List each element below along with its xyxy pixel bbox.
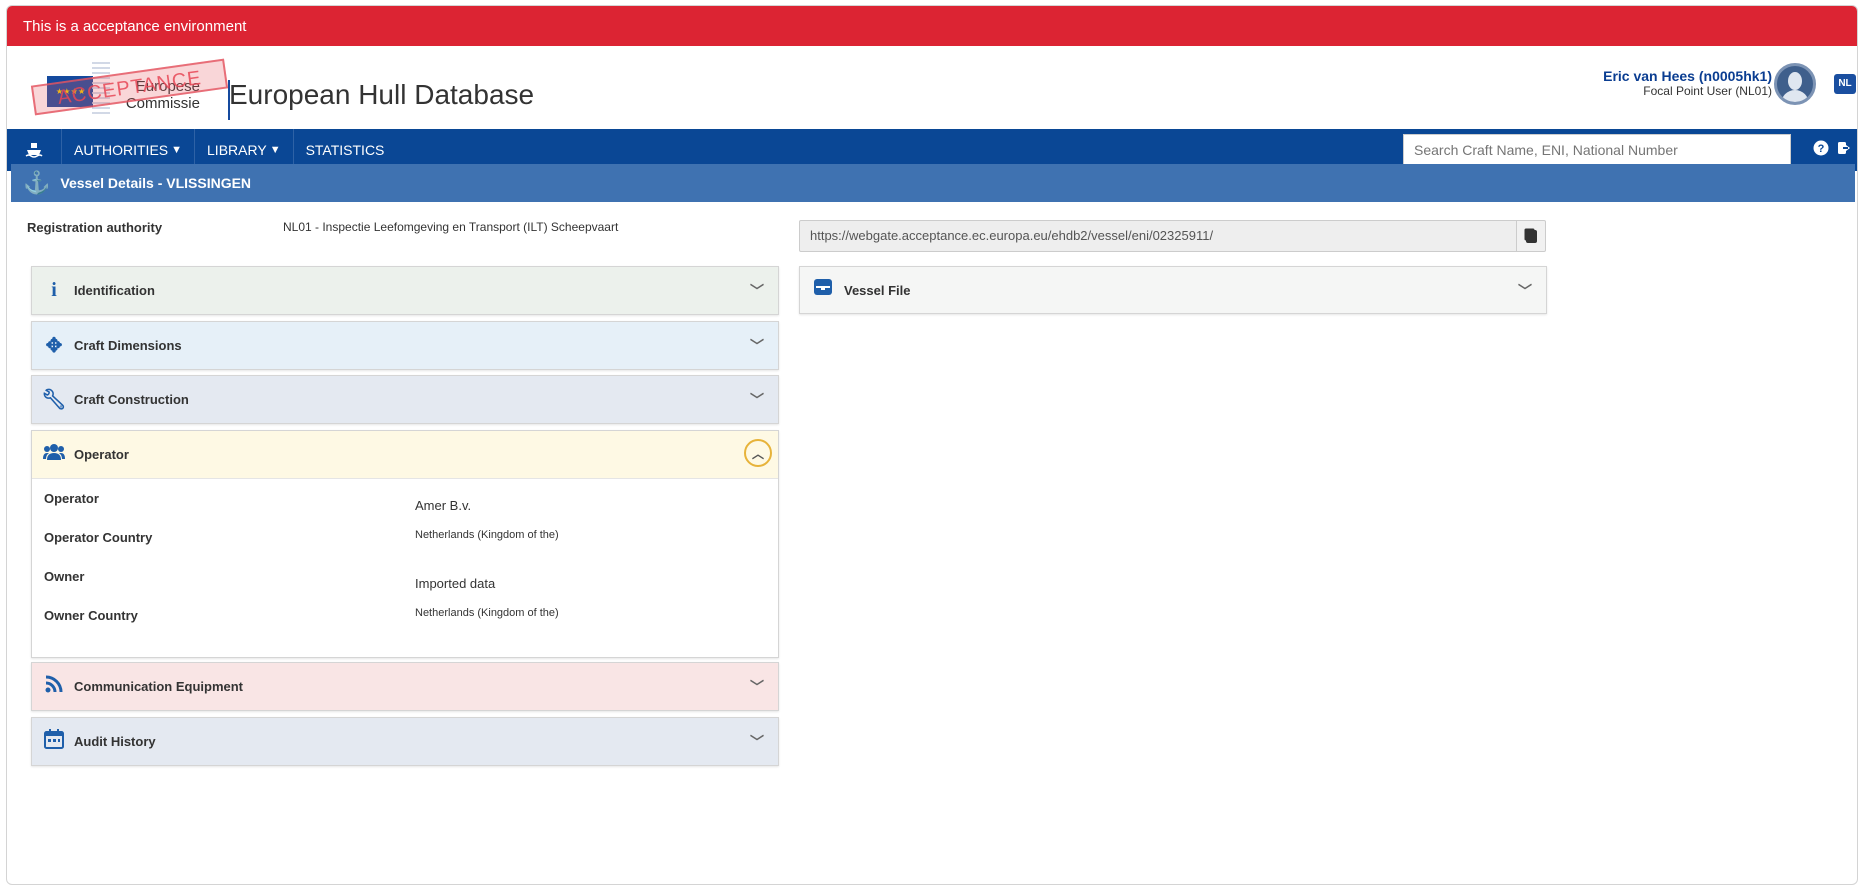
search-input[interactable] [1403, 134, 1791, 166]
chevron-down-icon: ﹀ [750, 283, 764, 299]
nav-library-label: LIBRARY [207, 142, 267, 158]
environment-banner: This is a acceptance environment [7, 6, 1857, 46]
ec-logo[interactable]: ★ ★ ★ ★ Europese Commissie ACCEPTANCE [22, 58, 230, 120]
copy-url-button[interactable] [1516, 220, 1546, 252]
section-communication-equipment: Communication Equipment ﹀ [31, 662, 779, 711]
chevron-down-icon: ﹀ [1518, 283, 1532, 299]
communication-equipment-title: Communication Equipment [74, 679, 243, 694]
communication-equipment-header[interactable]: Communication Equipment ﹀ [32, 663, 778, 710]
vessel-url-field[interactable]: https://webgate.acceptance.ec.europa.eu/… [799, 220, 1517, 252]
nav-authorities-label: AUTHORITIES [74, 142, 169, 158]
operator-country-label: Operator Country [44, 530, 153, 545]
language-switch[interactable]: NL [1834, 74, 1856, 94]
section-craft-dimensions: ✥ Craft Dimensions ﹀ [31, 321, 779, 370]
chevron-down-icon: ﹀ [750, 734, 764, 750]
help-icon[interactable]: ? [1813, 140, 1829, 159]
operator-country-value: Netherlands (Kingdom of the) [415, 529, 559, 541]
chevron-up-icon[interactable]: ︿ [744, 439, 772, 467]
panel-header: ⚓ Vessel Details - VLISSINGEN [11, 164, 1855, 202]
chevron-down-icon: ﹀ [750, 679, 764, 695]
craft-construction-header[interactable]: 🔧︎ Craft Construction ﹀ [32, 376, 778, 423]
calendar-icon [34, 728, 74, 755]
section-identification: i Identification ﹀ [31, 266, 779, 315]
section-craft-construction: 🔧︎ Craft Construction ﹀ [31, 375, 779, 424]
chevron-down-icon: ﹀ [750, 392, 764, 408]
avatar[interactable] [1774, 63, 1816, 105]
logout-icon[interactable] [1837, 140, 1853, 159]
caret-down-icon: ▼ [269, 144, 281, 156]
owner-label: Owner [44, 569, 85, 584]
site-header: ★ ★ ★ ★ Europese Commissie ACCEPTANCE Eu… [7, 46, 1857, 129]
site-title: European Hull Database [229, 79, 535, 110]
section-audit-history: Audit History ﹀ [31, 717, 779, 766]
audit-history-header[interactable]: Audit History ﹀ [32, 718, 778, 765]
nav-statistics-label: STATISTICS [305, 142, 385, 158]
anchor-icon: ⚓ [23, 170, 51, 195]
operator-title: Operator [74, 447, 129, 462]
main-content: ⚓ Vessel Details - VLISSINGEN Registrati… [11, 164, 1855, 766]
registration-authority-row: Registration authority NL01 - Inspectie … [27, 220, 747, 235]
audit-history-title: Audit History [74, 734, 156, 749]
user-role: Focal Point User (NL01) [1643, 84, 1772, 98]
section-operator: Operator ︿ Operator Amer B.v. Operator C… [31, 430, 779, 658]
owner-value: Imported data [415, 576, 496, 591]
operator-header[interactable]: Operator ︿ [32, 431, 778, 478]
owner-country-value: Netherlands (Kingdom of the) [415, 607, 559, 619]
registration-label: Registration authority [27, 220, 163, 235]
operator-body: Operator Amer B.v. Operator Country Neth… [32, 478, 778, 657]
svg-text:?: ? [1818, 143, 1825, 155]
section-vessel-file[interactable]: Vessel File ﹀ [799, 266, 1547, 314]
registration-value: NL01 - Inspectie Leefomgeving en Transpo… [283, 220, 619, 234]
folder-icon [802, 278, 844, 302]
copy-icon [1525, 229, 1537, 243]
user-info[interactable]: Eric van Hees (n0005hk1) Focal Point Use… [1603, 68, 1772, 98]
chevron-down-icon: ﹀ [750, 338, 764, 354]
craft-dimensions-title: Craft Dimensions [74, 338, 182, 353]
app-frame: This is a acceptance environment ★ ★ ★ ★… [6, 5, 1858, 885]
user-name: Eric van Hees (n0005hk1) [1603, 68, 1772, 84]
ship-icon [25, 143, 43, 158]
rss-icon [34, 675, 74, 699]
identification-title: Identification [74, 283, 155, 298]
craft-dimensions-header[interactable]: ✥ Craft Dimensions ﹀ [32, 322, 778, 369]
users-icon [34, 443, 74, 467]
owner-country-label: Owner Country [44, 608, 138, 623]
arrows-icon: ✥ [45, 335, 63, 357]
vessel-file-title: Vessel File [844, 282, 911, 298]
operator-value: Amer B.v. [415, 498, 472, 513]
info-icon: i [51, 279, 57, 301]
operator-label: Operator [44, 491, 99, 506]
wrench-icon: 🔧︎ [41, 389, 67, 411]
caret-down-icon: ▼ [171, 144, 183, 156]
craft-construction-title: Craft Construction [74, 392, 189, 407]
identification-header[interactable]: i Identification ﹀ [32, 267, 778, 314]
panel-title: Vessel Details - VLISSINGEN [60, 175, 252, 191]
